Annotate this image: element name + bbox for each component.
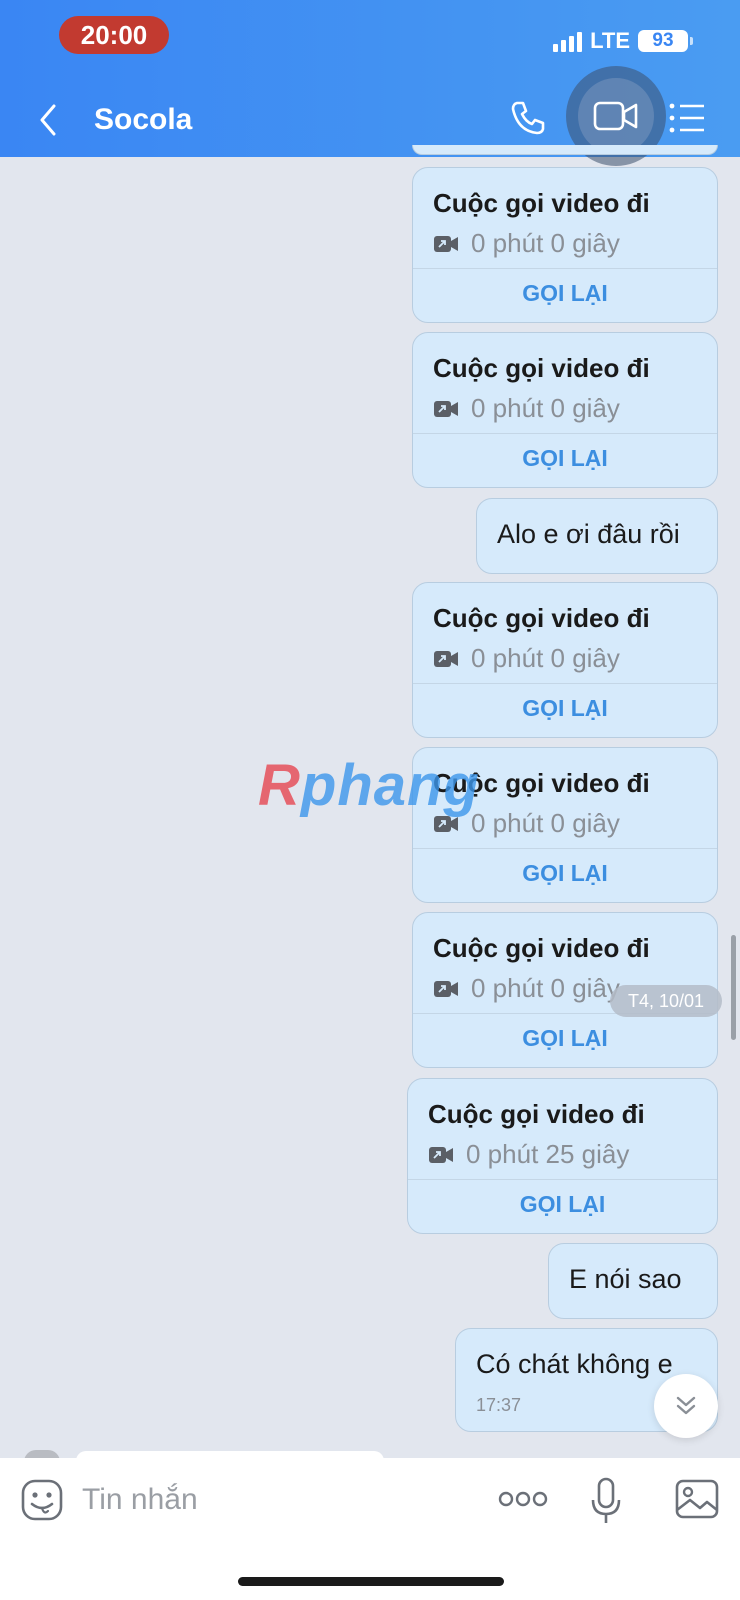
call-back-button[interactable]: GỌI LẠI	[413, 445, 717, 472]
call-back-button[interactable]: GỌI LẠI	[413, 695, 717, 722]
divider	[413, 683, 717, 684]
call-message[interactable]: Cuộc gọi video đi 0 phút 0 giây GỌI LẠI	[412, 167, 718, 323]
divider	[413, 433, 717, 434]
sticker-button[interactable]	[20, 1478, 64, 1522]
message-text: E nói sao	[569, 1264, 682, 1294]
voice-call-button[interactable]	[508, 98, 548, 138]
call-duration-text: 0 phút 0 giây	[471, 973, 620, 1003]
phone-icon	[511, 101, 545, 135]
back-button[interactable]	[34, 100, 64, 140]
call-back-button[interactable]: GỌI LẠI	[413, 1025, 717, 1052]
status-time: 20:00	[59, 16, 169, 54]
status-indicators: LTE 93	[553, 26, 693, 56]
video-call-icon	[593, 101, 638, 131]
call-duration-text: 0 phút 0 giây	[471, 808, 620, 838]
more-icon	[498, 1491, 548, 1507]
call-message[interactable]: Cuộc gọi video đi 0 phút 25 giây GỌI LẠI	[407, 1078, 718, 1234]
outgoing-video-call-icon	[434, 980, 458, 997]
call-message[interactable]: Cuộc gọi video đi 0 phút 0 giây GỌI LẠI	[412, 582, 718, 738]
network-type: LTE	[590, 28, 630, 53]
text-message[interactable]: Alo e ơi đâu rồi	[476, 498, 718, 574]
microphone-icon	[591, 1477, 621, 1523]
outgoing-video-call-icon	[434, 400, 458, 417]
back-icon	[40, 104, 56, 136]
menu-icon	[669, 103, 704, 133]
call-title: Cuộc gọi video đi	[433, 603, 650, 633]
call-title: Cuộc gọi video đi	[433, 353, 650, 383]
call-back-button[interactable]: GỌI LẠI	[413, 860, 717, 887]
emoji-icon	[21, 1479, 63, 1521]
scrollbar[interactable]	[731, 935, 736, 1040]
video-call-highlight	[578, 78, 654, 154]
outgoing-video-call-icon	[429, 1146, 453, 1163]
home-indicator	[238, 1577, 504, 1586]
conversation-title[interactable]: Socola	[94, 100, 192, 140]
divider	[413, 848, 717, 849]
call-duration: 0 phút 0 giây	[433, 228, 620, 259]
outgoing-video-call-icon	[434, 650, 458, 667]
call-duration-text: 0 phút 0 giây	[471, 643, 620, 673]
photo-button[interactable]	[674, 1478, 720, 1520]
message-input[interactable]: Tin nhắn	[82, 1480, 198, 1520]
call-duration-text: 0 phút 25 giây	[466, 1139, 630, 1169]
partial-message	[412, 145, 718, 155]
text-message[interactable]: E nói sao	[548, 1243, 718, 1319]
call-message[interactable]: Cuộc gọi video đi 0 phút 0 giây GỌI LẠI	[412, 332, 718, 488]
double-chevron-down-icon	[676, 1396, 696, 1415]
watermark-logo: Rphang	[258, 753, 480, 818]
message-time: 17:37	[476, 1395, 522, 1415]
call-title: Cuộc gọi video đi	[433, 933, 650, 963]
call-duration-text: 0 phút 0 giây	[471, 228, 620, 258]
message-text: Có chát không e	[476, 1349, 673, 1379]
message-text: Alo e ơi đâu rồi	[497, 519, 680, 549]
battery-icon: 93	[638, 30, 693, 52]
call-duration: 0 phút 25 giây	[428, 1139, 629, 1170]
options-menu-button[interactable]	[668, 100, 708, 136]
date-label: T4, 10/01	[610, 985, 722, 1017]
voice-message-button[interactable]	[590, 1476, 622, 1526]
composer-bar: Tin nhắn	[0, 1458, 740, 1600]
call-duration: 0 phút 0 giây	[433, 393, 620, 424]
signal-icon	[553, 30, 583, 52]
more-options-button[interactable]	[498, 1486, 548, 1512]
scroll-to-bottom-button[interactable]	[654, 1374, 718, 1438]
call-back-button[interactable]: GỌI LẠI	[408, 1191, 717, 1218]
call-duration: 0 phút 0 giây	[433, 973, 620, 1004]
call-title: Cuộc gọi video đi	[433, 188, 650, 218]
call-back-button[interactable]: GỌI LẠI	[413, 280, 717, 307]
call-duration-text: 0 phút 0 giây	[471, 393, 620, 423]
call-duration: 0 phút 0 giây	[433, 643, 620, 674]
divider	[413, 268, 717, 269]
divider	[408, 1179, 717, 1180]
call-title: Cuộc gọi video đi	[428, 1099, 645, 1129]
outgoing-video-call-icon	[434, 235, 458, 252]
chat-header: 20:00 LTE 93 Socola	[0, 0, 740, 166]
image-icon	[675, 1479, 719, 1519]
